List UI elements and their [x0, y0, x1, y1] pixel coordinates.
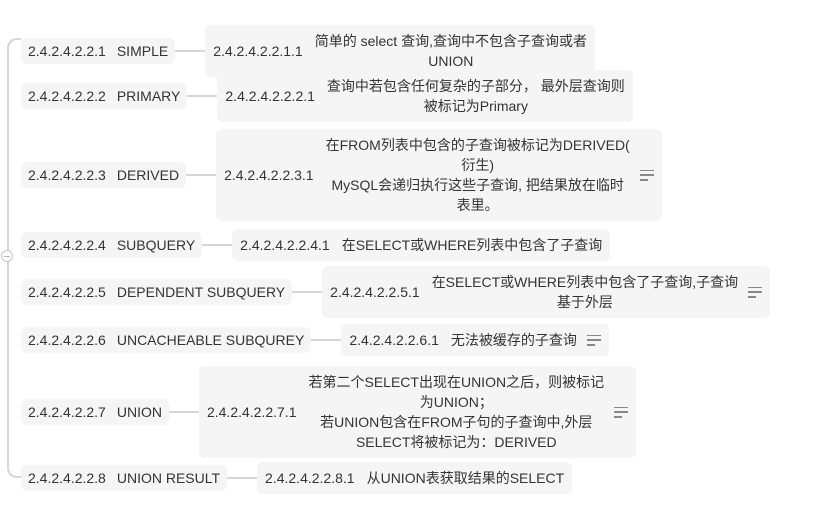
topic-node[interactable]: 2.4.2.4.2.2.6 UNCACHEABLE SUBQUREY [21, 327, 312, 353]
subtopic-node[interactable]: 2.4.2.4.2.2.2.1 查询中若包含任何复杂的子部分， 最外层查询则 被标… [217, 70, 633, 122]
subtopic-text: 在SELECT或WHERE列表中包含了子查询 [341, 237, 603, 253]
mindmap-row: 2.4.2.4.2.2.2 PRIMARY 2.4.2.4.2.2.2.1 查询中… [21, 70, 633, 122]
subtopic-number: 2.4.2.4.2.2.3.1 [224, 167, 314, 183]
connector-line [168, 411, 199, 413]
connector-line [187, 95, 218, 97]
note-icon[interactable] [614, 406, 629, 418]
subtopic-number: 2.4.2.4.2.2.6.1 [349, 332, 439, 348]
subtopic-number: 2.4.2.4.2.2.4.1 [240, 237, 330, 253]
topic-node[interactable]: 2.4.2.4.2.2.2 PRIMARY [21, 83, 188, 109]
mindmap-row: 2.4.2.4.2.2.6 UNCACHEABLE SUBQUREY 2.4.2.… [21, 324, 609, 356]
connector-line [186, 174, 217, 176]
mindmap-row: 2.4.2.4.2.2.3 DERIVED 2.4.2.4.2.2.3.1 在FR… [21, 129, 662, 221]
note-icon[interactable] [586, 334, 601, 346]
subtopic-node[interactable]: 2.4.2.4.2.2.8.1 从UNION表获取结果的SELECT [257, 462, 573, 494]
note-icon[interactable] [748, 286, 763, 298]
mindmap-row: 2.4.2.4.2.2.8 UNION RESULT 2.4.2.4.2.2.8.… [21, 462, 573, 494]
mindmap-row: 2.4.2.4.2.2.7 UNION 2.4.2.4.2.2.7.1 若第二个S… [21, 366, 637, 458]
topic-node[interactable]: 2.4.2.4.2.2.5 DEPENDENT SUBQUERY [21, 279, 293, 305]
subtopic-text: 简单的 select 查询,查询中不包含子查询或者 UNION [314, 33, 587, 69]
subtopic-text: 在SELECT或WHERE列表中包含了子查询,子查询 基于外层 [431, 274, 739, 310]
mindmap-row: 2.4.2.4.2.2.5 DEPENDENT SUBQUERY 2.4.2.4.… [21, 266, 771, 318]
subtopic-node[interactable]: 2.4.2.4.2.2.6.1 无法被缓存的子查询 [341, 324, 609, 356]
topic-node[interactable]: 2.4.2.4.2.2.1 SIMPLE [21, 38, 176, 64]
note-icon[interactable] [639, 169, 654, 181]
connector-line [292, 291, 323, 293]
collapse-toggle-icon[interactable] [1, 250, 13, 262]
subtopic-node[interactable]: 2.4.2.4.2.2.5.1 在SELECT或WHERE列表中包含了子查询,子… [322, 266, 771, 318]
topic-node[interactable]: 2.4.2.4.2.2.3 DERIVED [21, 162, 187, 188]
subtopic-node[interactable]: 2.4.2.4.2.2.4.1 在SELECT或WHERE列表中包含了子查询 [232, 229, 611, 261]
connector-line [227, 477, 258, 479]
mindmap-row: 2.4.2.4.2.2.4 SUBQUERY 2.4.2.4.2.2.4.1 在S… [21, 229, 611, 261]
subtopic-text: 若第二个SELECT出现在UNION之后，则被标记 为UNION； 若UNION包… [308, 374, 605, 450]
subtopic-text: 无法被缓存的子查询 [450, 332, 577, 348]
topic-node[interactable]: 2.4.2.4.2.2.7 UNION [21, 399, 169, 425]
connector-line [175, 50, 206, 52]
subtopic-node[interactable]: 2.4.2.4.2.2.7.1 若第二个SELECT出现在UNION之后，则被标… [198, 366, 637, 458]
subtopic-number: 2.4.2.4.2.2.2.1 [225, 88, 315, 104]
subtopic-text: 从UNION表获取结果的SELECT [366, 470, 565, 486]
subtopic-number: 2.4.2.4.2.2.1.1 [213, 43, 303, 59]
subtopic-node[interactable]: 2.4.2.4.2.2.3.1 在FROM列表中包含的子查询被标记为DERIVE… [216, 129, 662, 221]
subtopic-text: 在FROM列表中包含的子查询被标记为DERIVED(衍生) MySQL会递归执行… [325, 137, 630, 213]
subtopic-number: 2.4.2.4.2.2.7.1 [206, 404, 297, 420]
connector-line [311, 339, 342, 341]
topic-node[interactable]: 2.4.2.4.2.2.4 SUBQUERY [21, 232, 203, 258]
subtopic-text: 查询中若包含任何复杂的子部分， 最外层查询则 被标记为Primary [326, 78, 625, 114]
subtopic-number: 2.4.2.4.2.2.8.1 [265, 470, 355, 486]
connector-line [202, 244, 233, 246]
subtopic-number: 2.4.2.4.2.2.5.1 [330, 284, 420, 300]
topic-node[interactable]: 2.4.2.4.2.2.8 UNION RESULT [21, 465, 228, 491]
